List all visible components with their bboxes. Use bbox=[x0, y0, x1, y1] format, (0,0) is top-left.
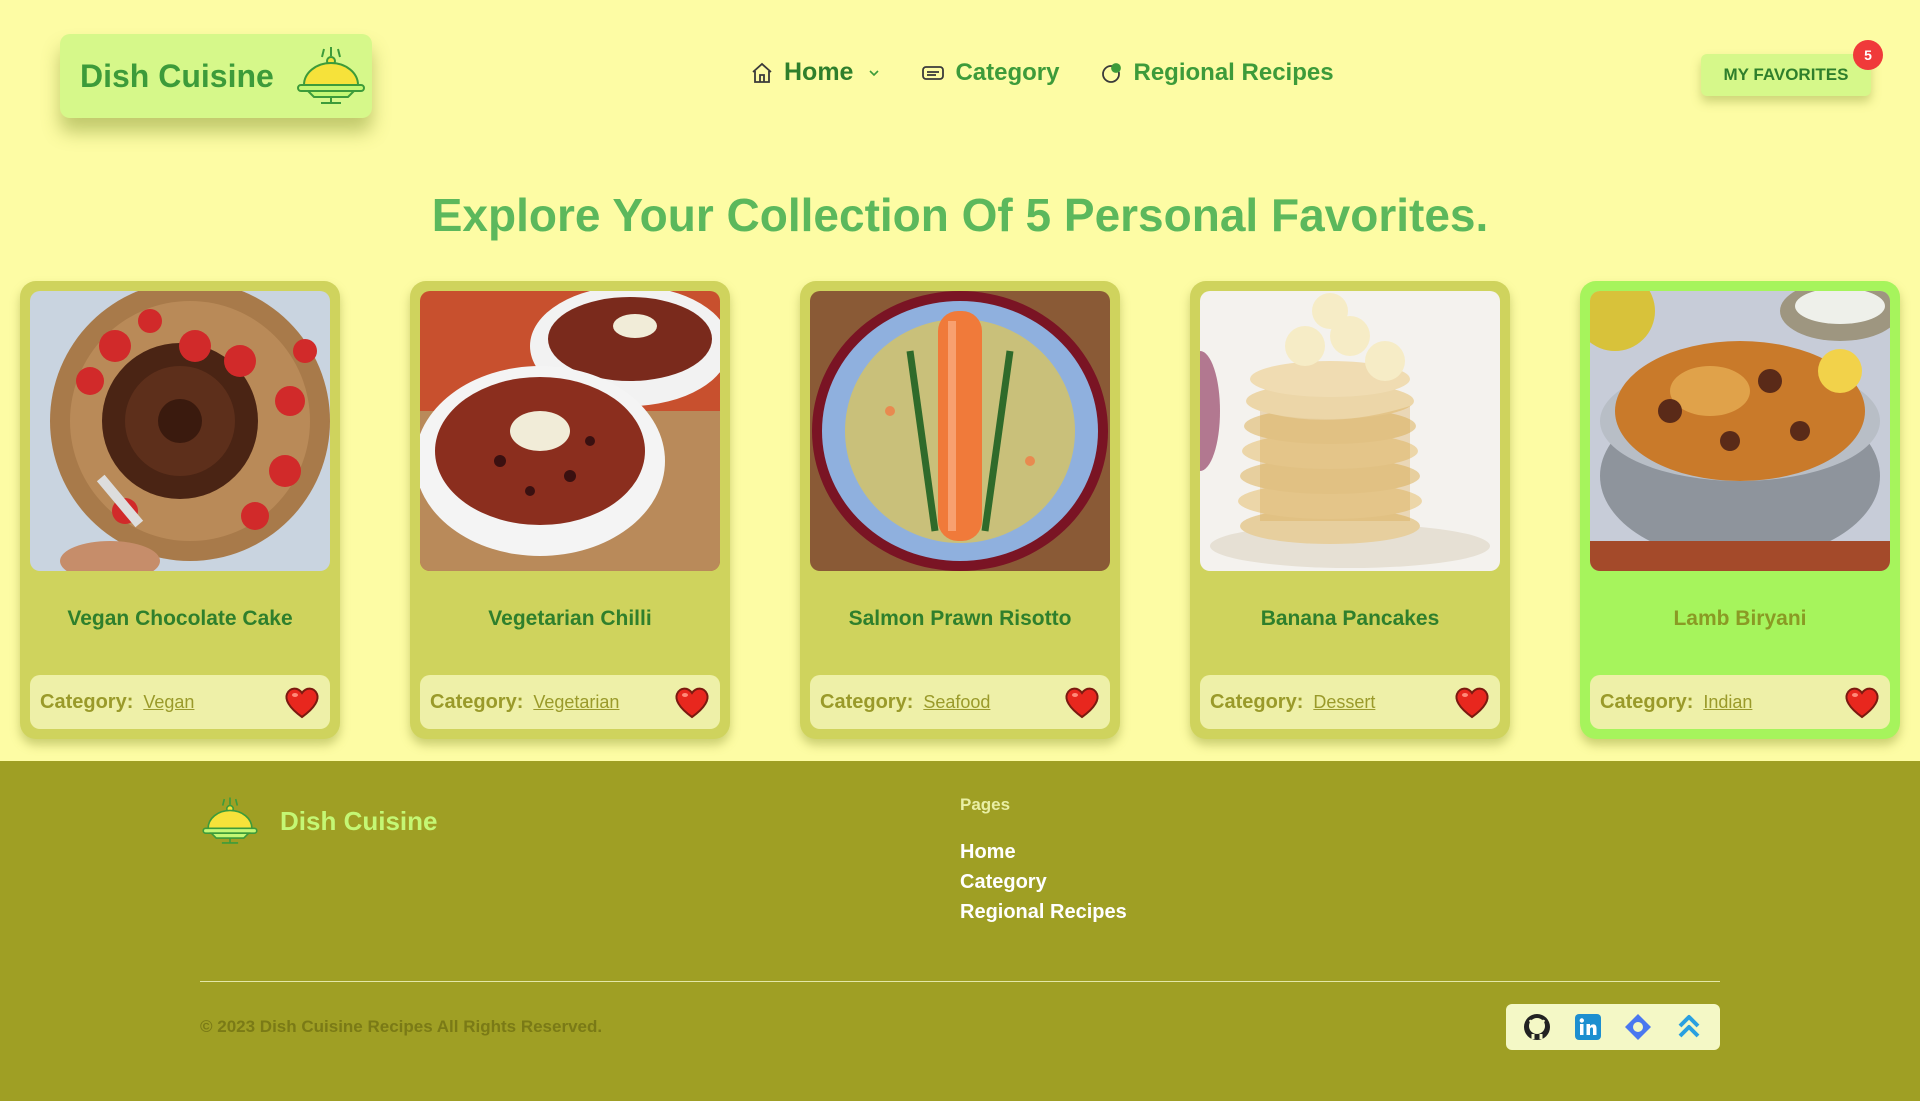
recipe-card[interactable]: Vegan Chocolate Cake Category: Vegan bbox=[20, 281, 340, 739]
recipe-image-chocolate-cake[interactable] bbox=[30, 291, 330, 571]
nav-category-label: Category bbox=[955, 58, 1060, 86]
lamb-biryani-image bbox=[1590, 291, 1890, 571]
heart-icon[interactable] bbox=[1064, 685, 1100, 719]
cloche-icon bbox=[296, 47, 365, 104]
vegetarian-chilli-image bbox=[420, 291, 720, 571]
recipe-image-lamb-biryani[interactable] bbox=[1590, 291, 1890, 571]
recipe-footer: Category: Seafood bbox=[810, 675, 1110, 729]
footer-link-category[interactable]: Category bbox=[960, 867, 1127, 897]
favorites-count-badge: 5 bbox=[1853, 40, 1883, 70]
recipe-title[interactable]: Vegan Chocolate Cake bbox=[30, 607, 330, 657]
footer-links: Home Category Regional Recipes bbox=[960, 837, 1127, 927]
recipe-card[interactable]: Banana Pancakes Category: Dessert bbox=[1190, 281, 1510, 739]
linkedin-icon[interactable] bbox=[1573, 1012, 1603, 1042]
category-link[interactable]: Vegan bbox=[143, 692, 194, 713]
footer-link-regional-recipes[interactable]: Regional Recipes bbox=[960, 897, 1127, 927]
footer-link-home[interactable]: Home bbox=[960, 837, 1127, 867]
category-label: Category: bbox=[430, 690, 524, 713]
recipe-card[interactable]: Salmon Prawn Risotto Category: Seafood bbox=[800, 281, 1120, 739]
heart-icon[interactable] bbox=[284, 685, 320, 719]
nav-regional-recipes[interactable]: Regional Recipes bbox=[1100, 59, 1334, 87]
category-label: Category: bbox=[1600, 690, 1694, 713]
banana-pancakes-image bbox=[1200, 291, 1500, 571]
brand-name: Dish Cuisine bbox=[80, 57, 274, 94]
category-link[interactable]: Dessert bbox=[1313, 692, 1375, 713]
recipe-image-salmon-risotto[interactable] bbox=[810, 291, 1110, 571]
recipe-footer: Category: Dessert bbox=[1200, 675, 1500, 729]
favorites-grid: Vegan Chocolate Cake Category: Vegan Veg… bbox=[20, 281, 1900, 741]
footer-brand[interactable]: Dish Cuisine bbox=[200, 795, 437, 847]
github-icon[interactable] bbox=[1522, 1012, 1552, 1042]
nav-category[interactable]: Category bbox=[921, 58, 1060, 87]
recipe-footer: Category: Vegetarian bbox=[420, 675, 720, 729]
nav-regional-label: Regional Recipes bbox=[1133, 58, 1334, 86]
nav-home[interactable]: Home bbox=[750, 58, 881, 87]
brand-logo[interactable]: Dish Cuisine bbox=[60, 34, 372, 118]
scroll-top-icon[interactable] bbox=[1674, 1012, 1704, 1042]
recipe-footer: Category: Vegan bbox=[30, 675, 330, 729]
chevron-down-icon[interactable] bbox=[867, 66, 881, 80]
nav-home-label: Home bbox=[784, 58, 854, 86]
heart-icon[interactable] bbox=[1844, 685, 1880, 719]
recipe-card[interactable]: Vegetarian Chilli Category: Vegetarian bbox=[410, 281, 730, 739]
category-link[interactable]: Vegetarian bbox=[533, 692, 619, 713]
region-icon bbox=[1101, 62, 1121, 83]
portfolio-icon[interactable] bbox=[1623, 1012, 1653, 1042]
recipe-image-vegetarian-chilli[interactable] bbox=[420, 291, 720, 571]
home-icon bbox=[752, 62, 772, 83]
page-title: Explore Your Collection Of 5 Personal Fa… bbox=[431, 189, 1489, 241]
category-label: Category: bbox=[820, 690, 914, 713]
chocolate-cake-image bbox=[30, 291, 330, 571]
category-label: Category: bbox=[40, 690, 134, 713]
recipe-title[interactable]: Lamb Biryani bbox=[1590, 607, 1890, 657]
footer-divider bbox=[200, 981, 1720, 982]
heart-icon[interactable] bbox=[674, 685, 710, 719]
recipe-card[interactable]: Lamb Biryani Category: Indian bbox=[1580, 281, 1900, 739]
recipe-footer: Category: Indian bbox=[1590, 675, 1890, 729]
category-icon bbox=[922, 65, 945, 80]
recipe-title[interactable]: Banana Pancakes bbox=[1200, 607, 1500, 657]
recipe-title[interactable]: Vegetarian Chilli bbox=[420, 607, 720, 657]
recipe-title[interactable]: Salmon Prawn Risotto bbox=[810, 607, 1110, 657]
my-favorites-button[interactable]: MY FAVORITES bbox=[1701, 54, 1871, 96]
heart-icon[interactable] bbox=[1454, 685, 1490, 719]
footer-brand-name: Dish Cuisine bbox=[280, 805, 438, 836]
salmon-risotto-image bbox=[810, 291, 1110, 571]
footer-pages-title: Pages bbox=[960, 795, 1011, 814]
cloche-icon bbox=[202, 797, 258, 844]
social-links bbox=[1506, 1004, 1720, 1050]
site-footer: Dish Cuisine Pages Home Category Regiona… bbox=[0, 761, 1920, 1101]
main-nav: Home Category Regional Recipes bbox=[750, 58, 1374, 87]
category-link[interactable]: Indian bbox=[1703, 692, 1752, 713]
category-link[interactable]: Seafood bbox=[923, 692, 990, 713]
category-label: Category: bbox=[1210, 690, 1304, 713]
copyright: © 2023 Dish Cuisine Recipes All Rights R… bbox=[200, 1017, 603, 1036]
recipe-image-banana-pancakes[interactable] bbox=[1200, 291, 1500, 571]
